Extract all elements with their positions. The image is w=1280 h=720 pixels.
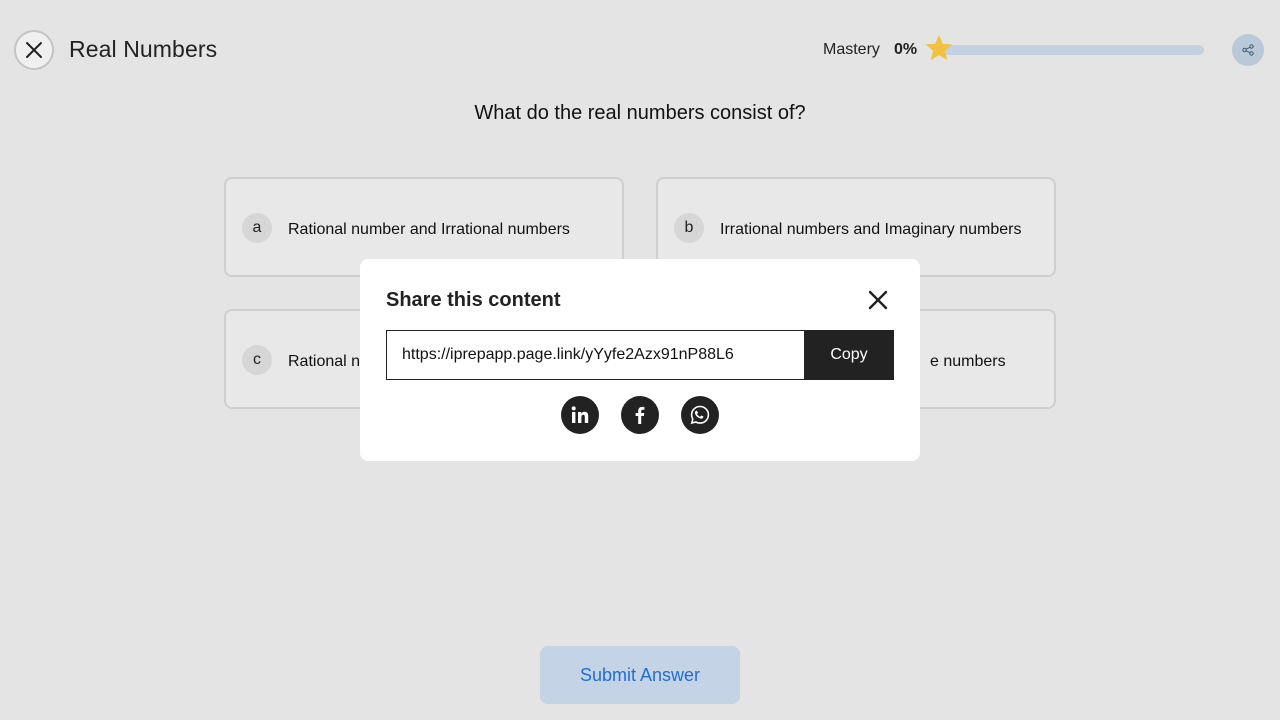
- option-text: e numbers: [930, 353, 1006, 370]
- linkedin-icon: [571, 406, 589, 423]
- option-letter: c: [242, 345, 272, 375]
- question-text: What do the real numbers consist of?: [474, 102, 806, 124]
- mastery-progress-bar: [940, 45, 1204, 55]
- option-letter: b: [674, 213, 704, 243]
- option-text: Rational number and Irrational numbers: [288, 221, 570, 238]
- close-icon[interactable]: [866, 288, 890, 312]
- facebook-icon: [635, 406, 645, 424]
- facebook-share-button[interactable]: [621, 396, 659, 434]
- option-text: Irrational numbers and Imaginary numbers: [720, 221, 1022, 238]
- share-button[interactable]: [1232, 34, 1264, 66]
- option-letter: a: [242, 213, 272, 243]
- share-icon: [1242, 44, 1254, 56]
- close-icon: [26, 42, 42, 58]
- share-link-field[interactable]: [386, 330, 806, 380]
- mastery-label: Mastery: [823, 41, 880, 58]
- mastery-value: 0%: [894, 41, 918, 58]
- submit-answer-button[interactable]: Submit Answer: [540, 646, 740, 704]
- star-icon: [925, 34, 953, 61]
- modal-title: Share this content: [386, 289, 561, 311]
- linkedin-share-button[interactable]: [561, 396, 599, 434]
- whatsapp-share-button[interactable]: [681, 396, 719, 434]
- share-modal: Share this content Copy: [360, 259, 920, 461]
- page-title: Real Numbers: [69, 36, 218, 62]
- exit-button[interactable]: [14, 30, 54, 70]
- whatsapp-icon: [690, 405, 710, 425]
- option-text: Rational n: [288, 353, 361, 370]
- copy-button[interactable]: Copy: [804, 330, 894, 380]
